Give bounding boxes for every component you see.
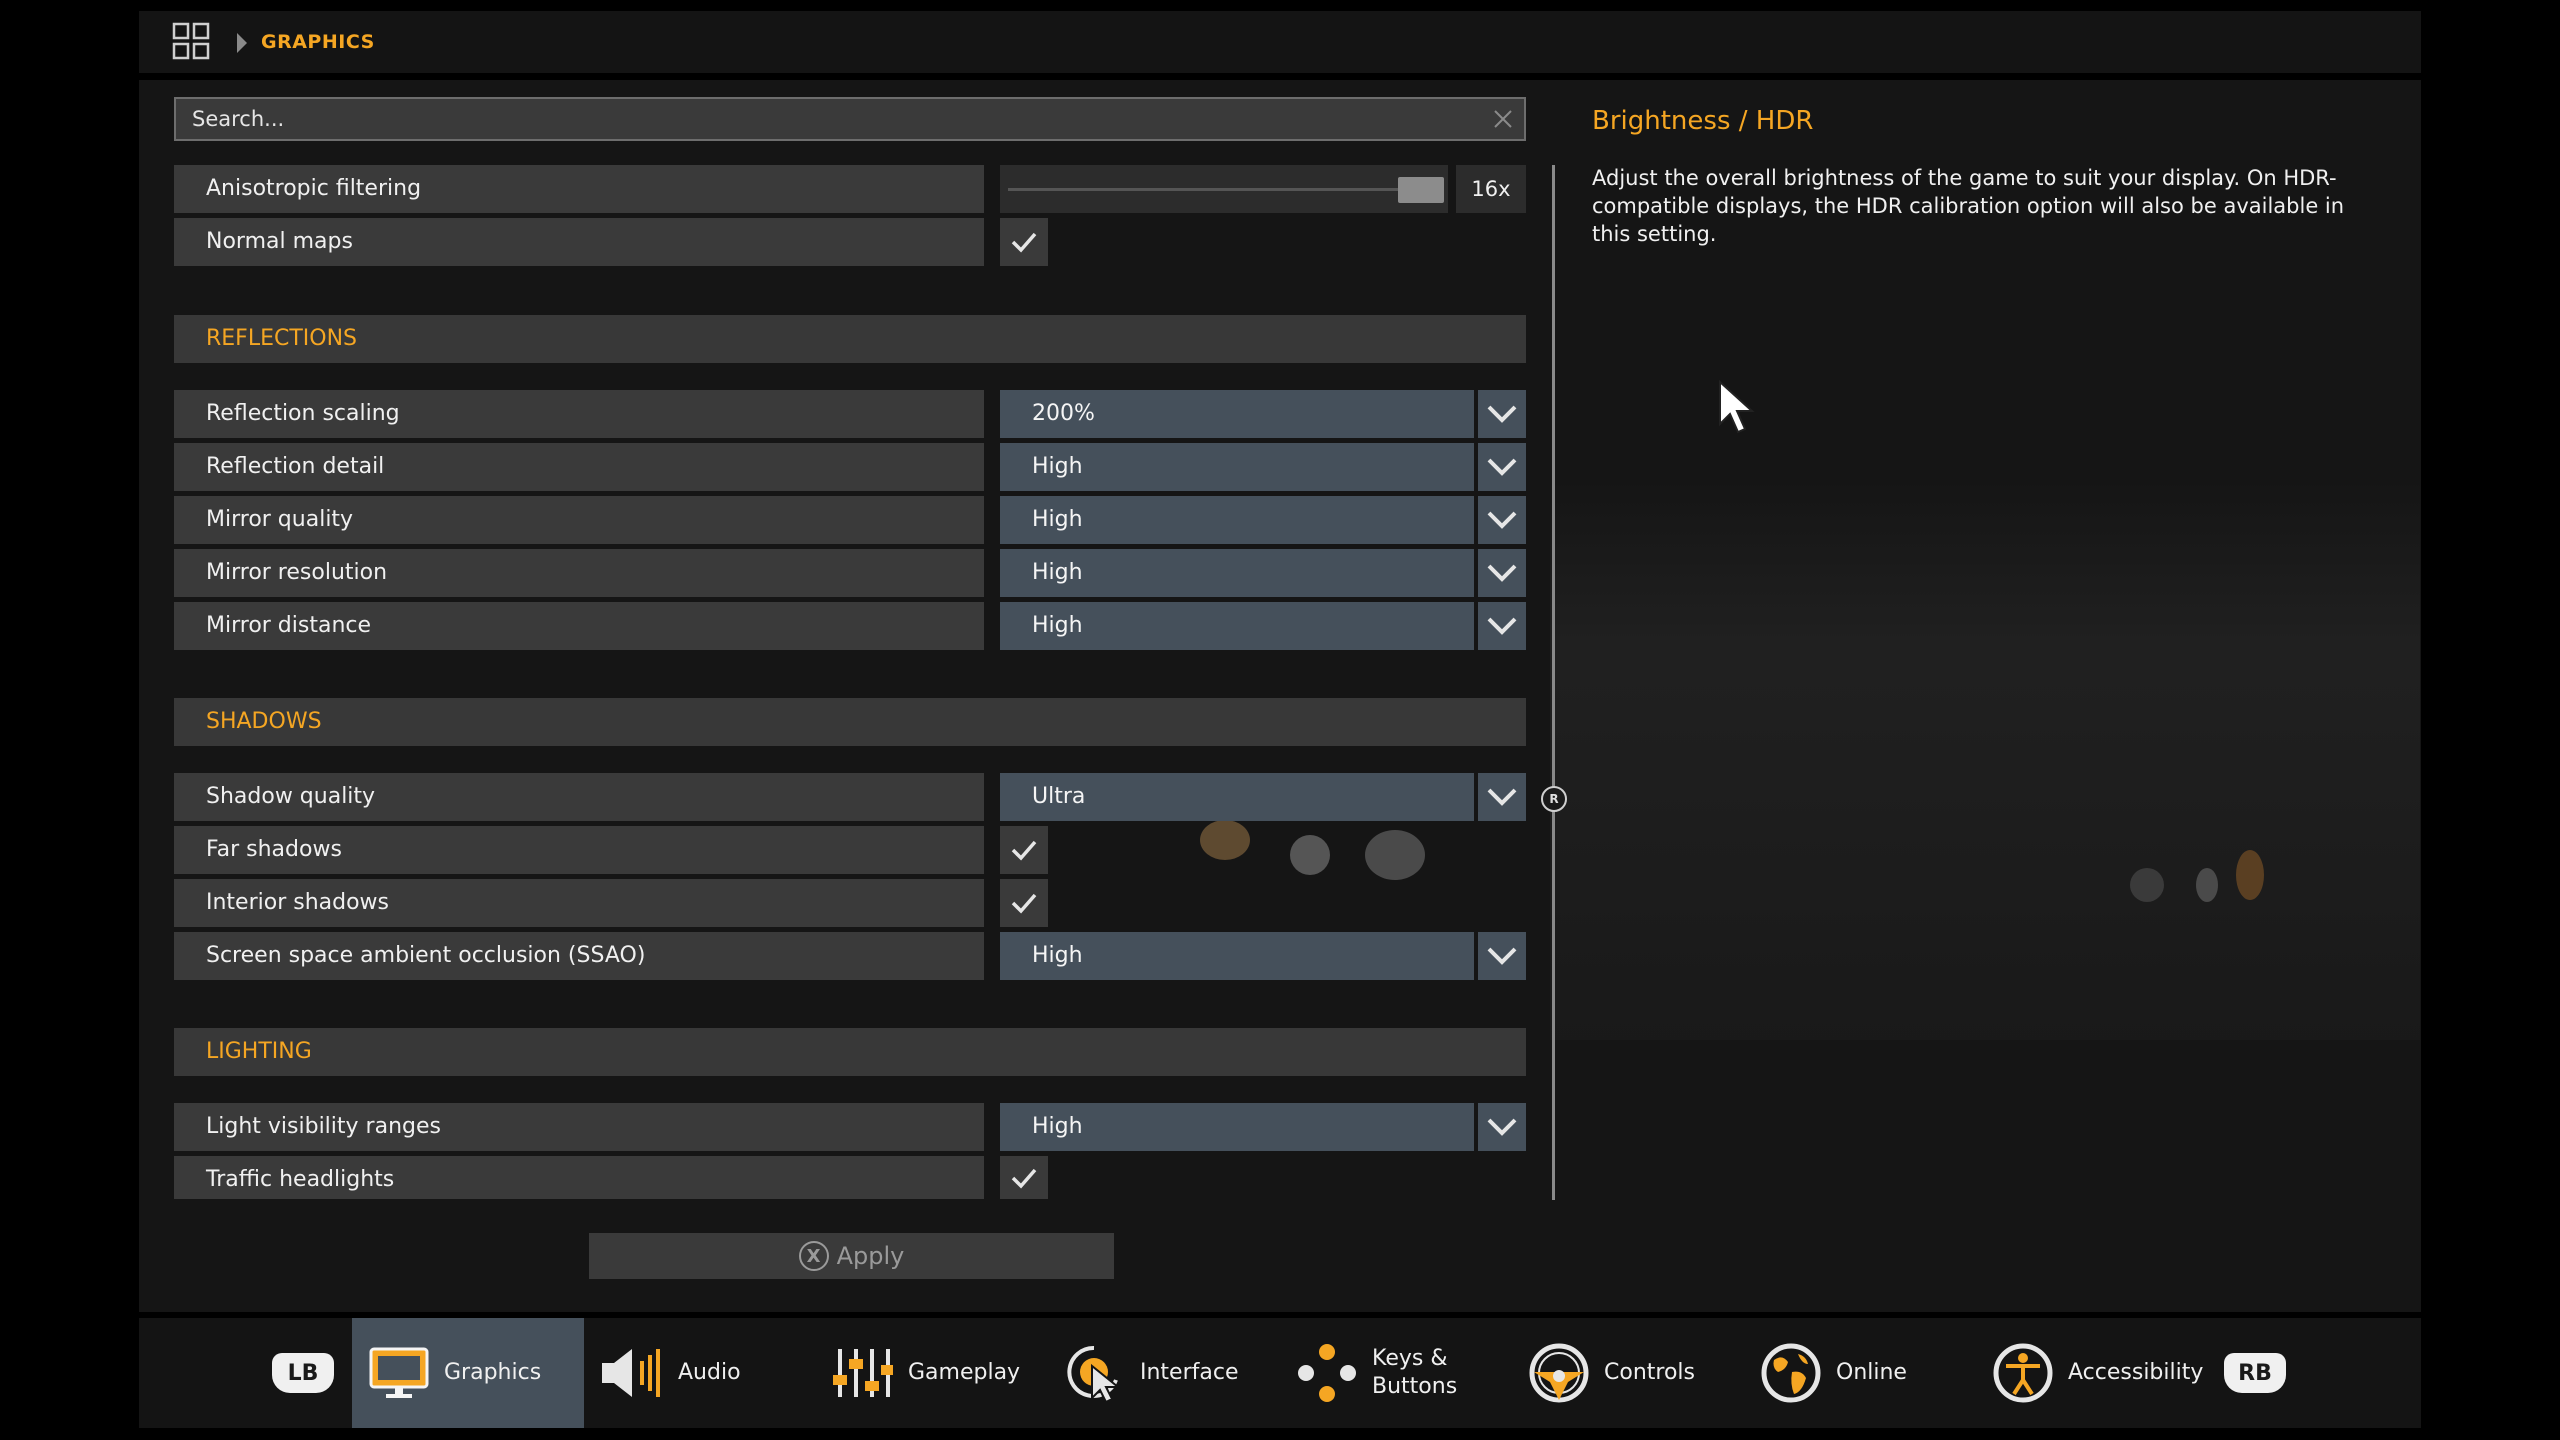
background-light <box>1365 830 1425 880</box>
normal-maps-label: Normal maps <box>174 218 984 266</box>
breadcrumb-arrow-icon <box>237 33 247 53</box>
section-reflections: REFLECTIONS <box>174 315 1526 363</box>
reflection-scaling-dropdown[interactable]: 200% <box>1000 390 1474 438</box>
reflection-detail-label: Reflection detail <box>174 443 984 491</box>
background-light <box>2196 868 2218 902</box>
light-visibility-dropdown[interactable]: High <box>1000 1103 1474 1151</box>
tab-gameplay[interactable]: Gameplay <box>832 1318 1042 1428</box>
globe-icon <box>1761 1343 1821 1403</box>
chevron-down-icon[interactable] <box>1478 602 1526 650</box>
mirror-quality-dropdown[interactable]: High <box>1000 496 1474 544</box>
traffic-headlights-label: Traffic headlights <box>174 1156 984 1199</box>
description-body: Adjust the overall brightness of the gam… <box>1592 166 2345 246</box>
scroll-knob-r-icon[interactable]: R <box>1541 786 1567 812</box>
checkmark-icon <box>1011 232 1037 253</box>
light-visibility-label: Light visibility ranges <box>174 1103 984 1151</box>
background-light <box>1290 835 1330 875</box>
tab-label: Accessibility <box>2068 1360 2204 1385</box>
reflection-scaling-label: Reflection scaling <box>174 390 984 438</box>
slider-track-line <box>1008 188 1440 191</box>
chevron-down-icon[interactable] <box>1478 496 1526 544</box>
ssao-dropdown[interactable]: High <box>1000 932 1474 980</box>
monitor-icon <box>369 1347 429 1398</box>
checkmark-icon <box>1011 1168 1037 1189</box>
chevron-down-icon[interactable] <box>1478 773 1526 821</box>
tab-online[interactable]: Online <box>1760 1318 1960 1428</box>
chevron-down-icon[interactable] <box>1478 549 1526 597</box>
background-light <box>1200 820 1250 860</box>
breadcrumb-current: GRAPHICS <box>261 31 375 53</box>
tab-label: Controls <box>1604 1360 1695 1385</box>
anisotropic-filtering-value: 16x <box>1456 165 1526 213</box>
accessibility-icon <box>1993 1343 2053 1403</box>
chevron-down-icon[interactable] <box>1478 443 1526 491</box>
scrollbar[interactable] <box>1552 165 1555 1200</box>
tab-label: Keys & Buttons <box>1372 1346 1458 1399</box>
tab-label: Online <box>1836 1360 1907 1385</box>
chevron-down-icon[interactable] <box>1478 1103 1526 1151</box>
tab-keys-buttons[interactable]: Keys & Buttons <box>1296 1318 1496 1428</box>
menu-grid-icon[interactable] <box>172 22 210 60</box>
tab-audio[interactable]: Audio <box>600 1318 800 1428</box>
sliders-icon <box>833 1349 893 1397</box>
tab-label: Gameplay <box>908 1360 1021 1385</box>
apply-button[interactable]: X Apply <box>589 1233 1114 1279</box>
mirror-resolution-dropdown[interactable]: High <box>1000 549 1474 597</box>
buttons-icon <box>1298 1344 1356 1402</box>
anisotropic-filtering-slider[interactable] <box>1000 165 1448 213</box>
lb-bumper-icon[interactable]: LB <box>272 1353 334 1393</box>
tab-graphics[interactable]: Graphics <box>352 1318 584 1428</box>
shadow-quality-dropdown[interactable]: Ultra <box>1000 773 1474 821</box>
mirror-quality-label: Mirror quality <box>174 496 984 544</box>
top-bar <box>139 11 2421 73</box>
far-shadows-label: Far shadows <box>174 826 984 874</box>
mirror-distance-dropdown[interactable]: High <box>1000 602 1474 650</box>
tab-interface[interactable]: Interface <box>1064 1318 1264 1428</box>
tab-controls[interactable]: Controls <box>1528 1318 1728 1428</box>
section-lighting: LIGHTING <box>174 1028 1526 1076</box>
description-title: Brightness / HDR <box>1592 106 1814 136</box>
shadow-quality-label: Shadow quality <box>174 773 984 821</box>
interior-shadows-checkbox[interactable] <box>1000 879 1048 927</box>
chevron-down-icon[interactable] <box>1478 390 1526 438</box>
checkmark-icon <box>1011 840 1037 861</box>
mirror-distance-label: Mirror distance <box>174 602 984 650</box>
search-box[interactable] <box>174 97 1526 141</box>
checkmark-icon <box>1011 893 1037 914</box>
tab-accessibility[interactable]: Accessibility <box>1992 1318 2218 1428</box>
x-button-icon: X <box>798 1241 829 1271</box>
traffic-headlights-checkbox[interactable] <box>1000 1156 1048 1199</box>
slider-thumb[interactable] <box>1398 177 1444 203</box>
far-shadows-checkbox[interactable] <box>1000 826 1048 874</box>
tab-label: Graphics <box>444 1360 542 1385</box>
ssao-label: Screen space ambient occlusion (SSAO) <box>174 932 984 980</box>
apply-label: Apply <box>836 1242 905 1270</box>
anisotropic-filtering-label: Anisotropic filtering <box>174 165 984 213</box>
mirror-resolution-label: Mirror resolution <box>174 549 984 597</box>
steering-wheel-icon <box>1529 1343 1589 1403</box>
background-light <box>2130 868 2164 902</box>
rb-bumper-icon[interactable]: RB <box>2224 1353 2286 1393</box>
interior-shadows-label: Interior shadows <box>174 879 984 927</box>
settings-screen: GRAPHICS Anisotropic filtering 16x Norma… <box>0 0 2560 1440</box>
chevron-down-icon[interactable] <box>1478 932 1526 980</box>
tab-label: Interface <box>1140 1360 1239 1385</box>
mouse-cursor-icon <box>1719 380 1755 434</box>
speaker-icon <box>602 1349 660 1397</box>
tab-label: Audio <box>678 1360 741 1385</box>
clear-search-icon[interactable] <box>1492 108 1514 130</box>
search-input[interactable] <box>176 99 1524 139</box>
background-light <box>2236 850 2264 900</box>
pointer-icon <box>1067 1345 1121 1404</box>
normal-maps-checkbox[interactable] <box>1000 218 1048 266</box>
section-shadows: SHADOWS <box>174 698 1526 746</box>
background-truck-image <box>1550 480 2420 1040</box>
reflection-detail-dropdown[interactable]: High <box>1000 443 1474 491</box>
